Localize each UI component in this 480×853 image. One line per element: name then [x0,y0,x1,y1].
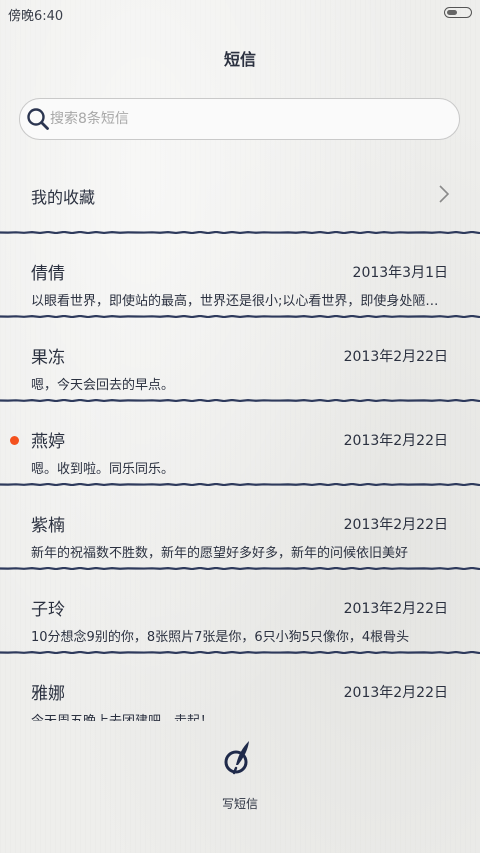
message-preview: 今天周五晚上去团建吧，走起！ [31,710,449,721]
message-row-0[interactable]: 倩倩 2013年3月1日 以眼看世界，即使站的最高，世界还是很小;以心看世界，即… [0,252,480,332]
divider [0,483,480,486]
status-bar: 傍晚6:40 [0,0,480,26]
search-bar[interactable] [19,98,460,140]
message-row-2[interactable]: 燕婷 2013年2月22日 嗯。收到啦。同乐同乐。 [0,420,480,500]
search-input[interactable] [50,108,430,130]
message-preview: 以眼看世界，即使站的最高，世界还是很小;以心看世界，即使身处陋室，世界也是很大 [31,294,449,309]
message-date: 2013年2月22日 [343,349,448,365]
chevron-right-icon [439,185,450,203]
compose-label: 写短信 [221,797,258,811]
quill-pen-icon [224,741,249,775]
divider [0,315,480,318]
status-time: 傍晚6:40 [8,9,64,24]
page-title: 短信 [223,50,256,69]
divider [0,567,480,570]
message-preview: 新年的祝福数不胜数，新年的愿望好多好多，新年的问候依旧美好 [31,546,409,561]
favorites-row[interactable]: 我的收藏 [0,170,480,220]
message-date: 2013年2月22日 [343,601,448,617]
battery-icon [444,7,472,18]
message-date: 2013年2月22日 [343,433,448,449]
message-row-3[interactable]: 紫楠 2013年2月22日 新年的祝福数不胜数，新年的愿望好多好多，新年的问候依… [0,504,480,584]
message-date: 2013年3月1日 [352,265,448,281]
message-date: 2013年2月22日 [343,685,448,701]
contact-name: 紫楠 [31,516,65,536]
contact-name: 雅娜 [31,684,65,704]
compose-button[interactable]: 写短信 [200,738,280,818]
contact-name: 果冻 [31,348,65,368]
message-preview: 嗯。收到啦。同乐同乐。 [31,462,175,477]
message-row-4[interactable]: 子玲 2013年2月22日 10分想念9别的你，8张照片7张是你，6只小狗5只像… [0,588,480,668]
message-preview: 嗯，今天会回去的早点。 [31,378,175,393]
message-date: 2013年2月22日 [343,517,448,533]
contact-name: 倩倩 [31,264,65,284]
message-row-1[interactable]: 果冻 2013年2月22日 嗯，今天会回去的早点。 [0,336,480,416]
unread-dot [10,436,19,445]
divider [0,651,480,654]
contact-name: 子玲 [31,600,65,620]
search-icon [27,108,49,130]
favorites-label: 我的收藏 [31,188,96,207]
divider [0,231,480,234]
divider [0,399,480,402]
message-preview: 10分想念9别的你，8张照片7张是你，6只小狗5只像你，4根骨头 [31,630,410,645]
contact-name: 燕婷 [31,432,65,452]
